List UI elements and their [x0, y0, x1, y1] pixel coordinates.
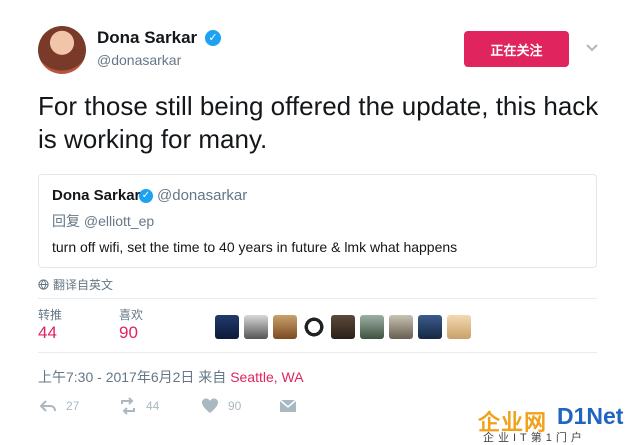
liker-avatar[interactable] — [244, 315, 268, 339]
location-link[interactable]: Seattle, WA — [230, 369, 303, 385]
verified-badge-icon: ✓ — [205, 30, 221, 46]
liker-avatar[interactable] — [360, 315, 384, 339]
globe-icon — [38, 279, 49, 290]
quoted-tweet[interactable]: Dona Sarkar ✓ @donasarkar 回复 @elliott_ep… — [38, 174, 597, 268]
likes-value: 90 — [119, 323, 138, 342]
retweets-value: 44 — [38, 323, 57, 342]
retweets-label: 转推 — [38, 308, 63, 322]
liker-avatar[interactable] — [447, 315, 471, 339]
following-button[interactable]: 正在关注 — [464, 31, 569, 67]
liker-avatar[interactable] — [302, 315, 326, 339]
like-count: 90 — [228, 399, 242, 413]
quoted-author-name: Dona Sarkar — [52, 187, 141, 204]
timestamp-time[interactable]: 上午7:30 - 2017年6月2日 — [38, 369, 194, 385]
liker-avatar[interactable] — [215, 315, 239, 339]
watermark-en: D1Net — [557, 403, 624, 429]
like-button[interactable]: 90 — [200, 396, 241, 416]
reply-icon — [39, 400, 56, 412]
verified-badge-icon: ✓ — [139, 189, 153, 203]
quoted-tweet-text: turn off wifi, set the time to 40 years … — [52, 239, 458, 255]
translate-link[interactable]: 翻译自英文 — [38, 276, 113, 293]
liker-avatar[interactable] — [273, 315, 297, 339]
likes-stat[interactable]: 喜欢 90 — [119, 306, 143, 343]
retweet-button[interactable]: 44 — [118, 396, 159, 416]
reply-button[interactable]: 27 — [38, 396, 79, 416]
reply-to-handle: @elliott_ep — [83, 213, 155, 229]
quoted-reply-line: 回复 @elliott_ep — [52, 211, 154, 231]
likers-avatars — [215, 315, 471, 339]
likes-label: 喜欢 — [119, 308, 144, 322]
quoted-author-handle: @donasarkar — [157, 187, 248, 204]
author-name[interactable]: Dona Sarkar — [97, 28, 197, 48]
liker-avatar[interactable] — [389, 315, 413, 339]
timestamp-from: 来自 — [198, 369, 227, 385]
retweet-count: 44 — [146, 399, 160, 413]
chevron-down-icon[interactable] — [585, 40, 599, 54]
heart-icon — [202, 398, 218, 413]
liker-avatar[interactable] — [331, 315, 355, 339]
retweet-icon — [121, 397, 135, 415]
envelope-icon — [279, 399, 297, 412]
divider — [38, 298, 597, 299]
retweets-stat[interactable]: 转推 44 — [38, 306, 62, 343]
divider — [38, 352, 597, 353]
author-handle[interactable]: @donasarkar — [97, 52, 181, 68]
liker-avatar[interactable] — [418, 315, 442, 339]
tweet-text: For those still being offered the update… — [38, 91, 599, 154]
author-avatar[interactable] — [38, 26, 86, 74]
translate-label: 翻译自英文 — [53, 278, 114, 292]
direct-message-button[interactable] — [278, 396, 298, 416]
reply-prefix: 回复 — [52, 213, 80, 229]
tweet-timestamp: 上午7:30 - 2017年6月2日 来自 Seattle, WA — [38, 367, 304, 387]
reply-count: 27 — [66, 399, 80, 413]
